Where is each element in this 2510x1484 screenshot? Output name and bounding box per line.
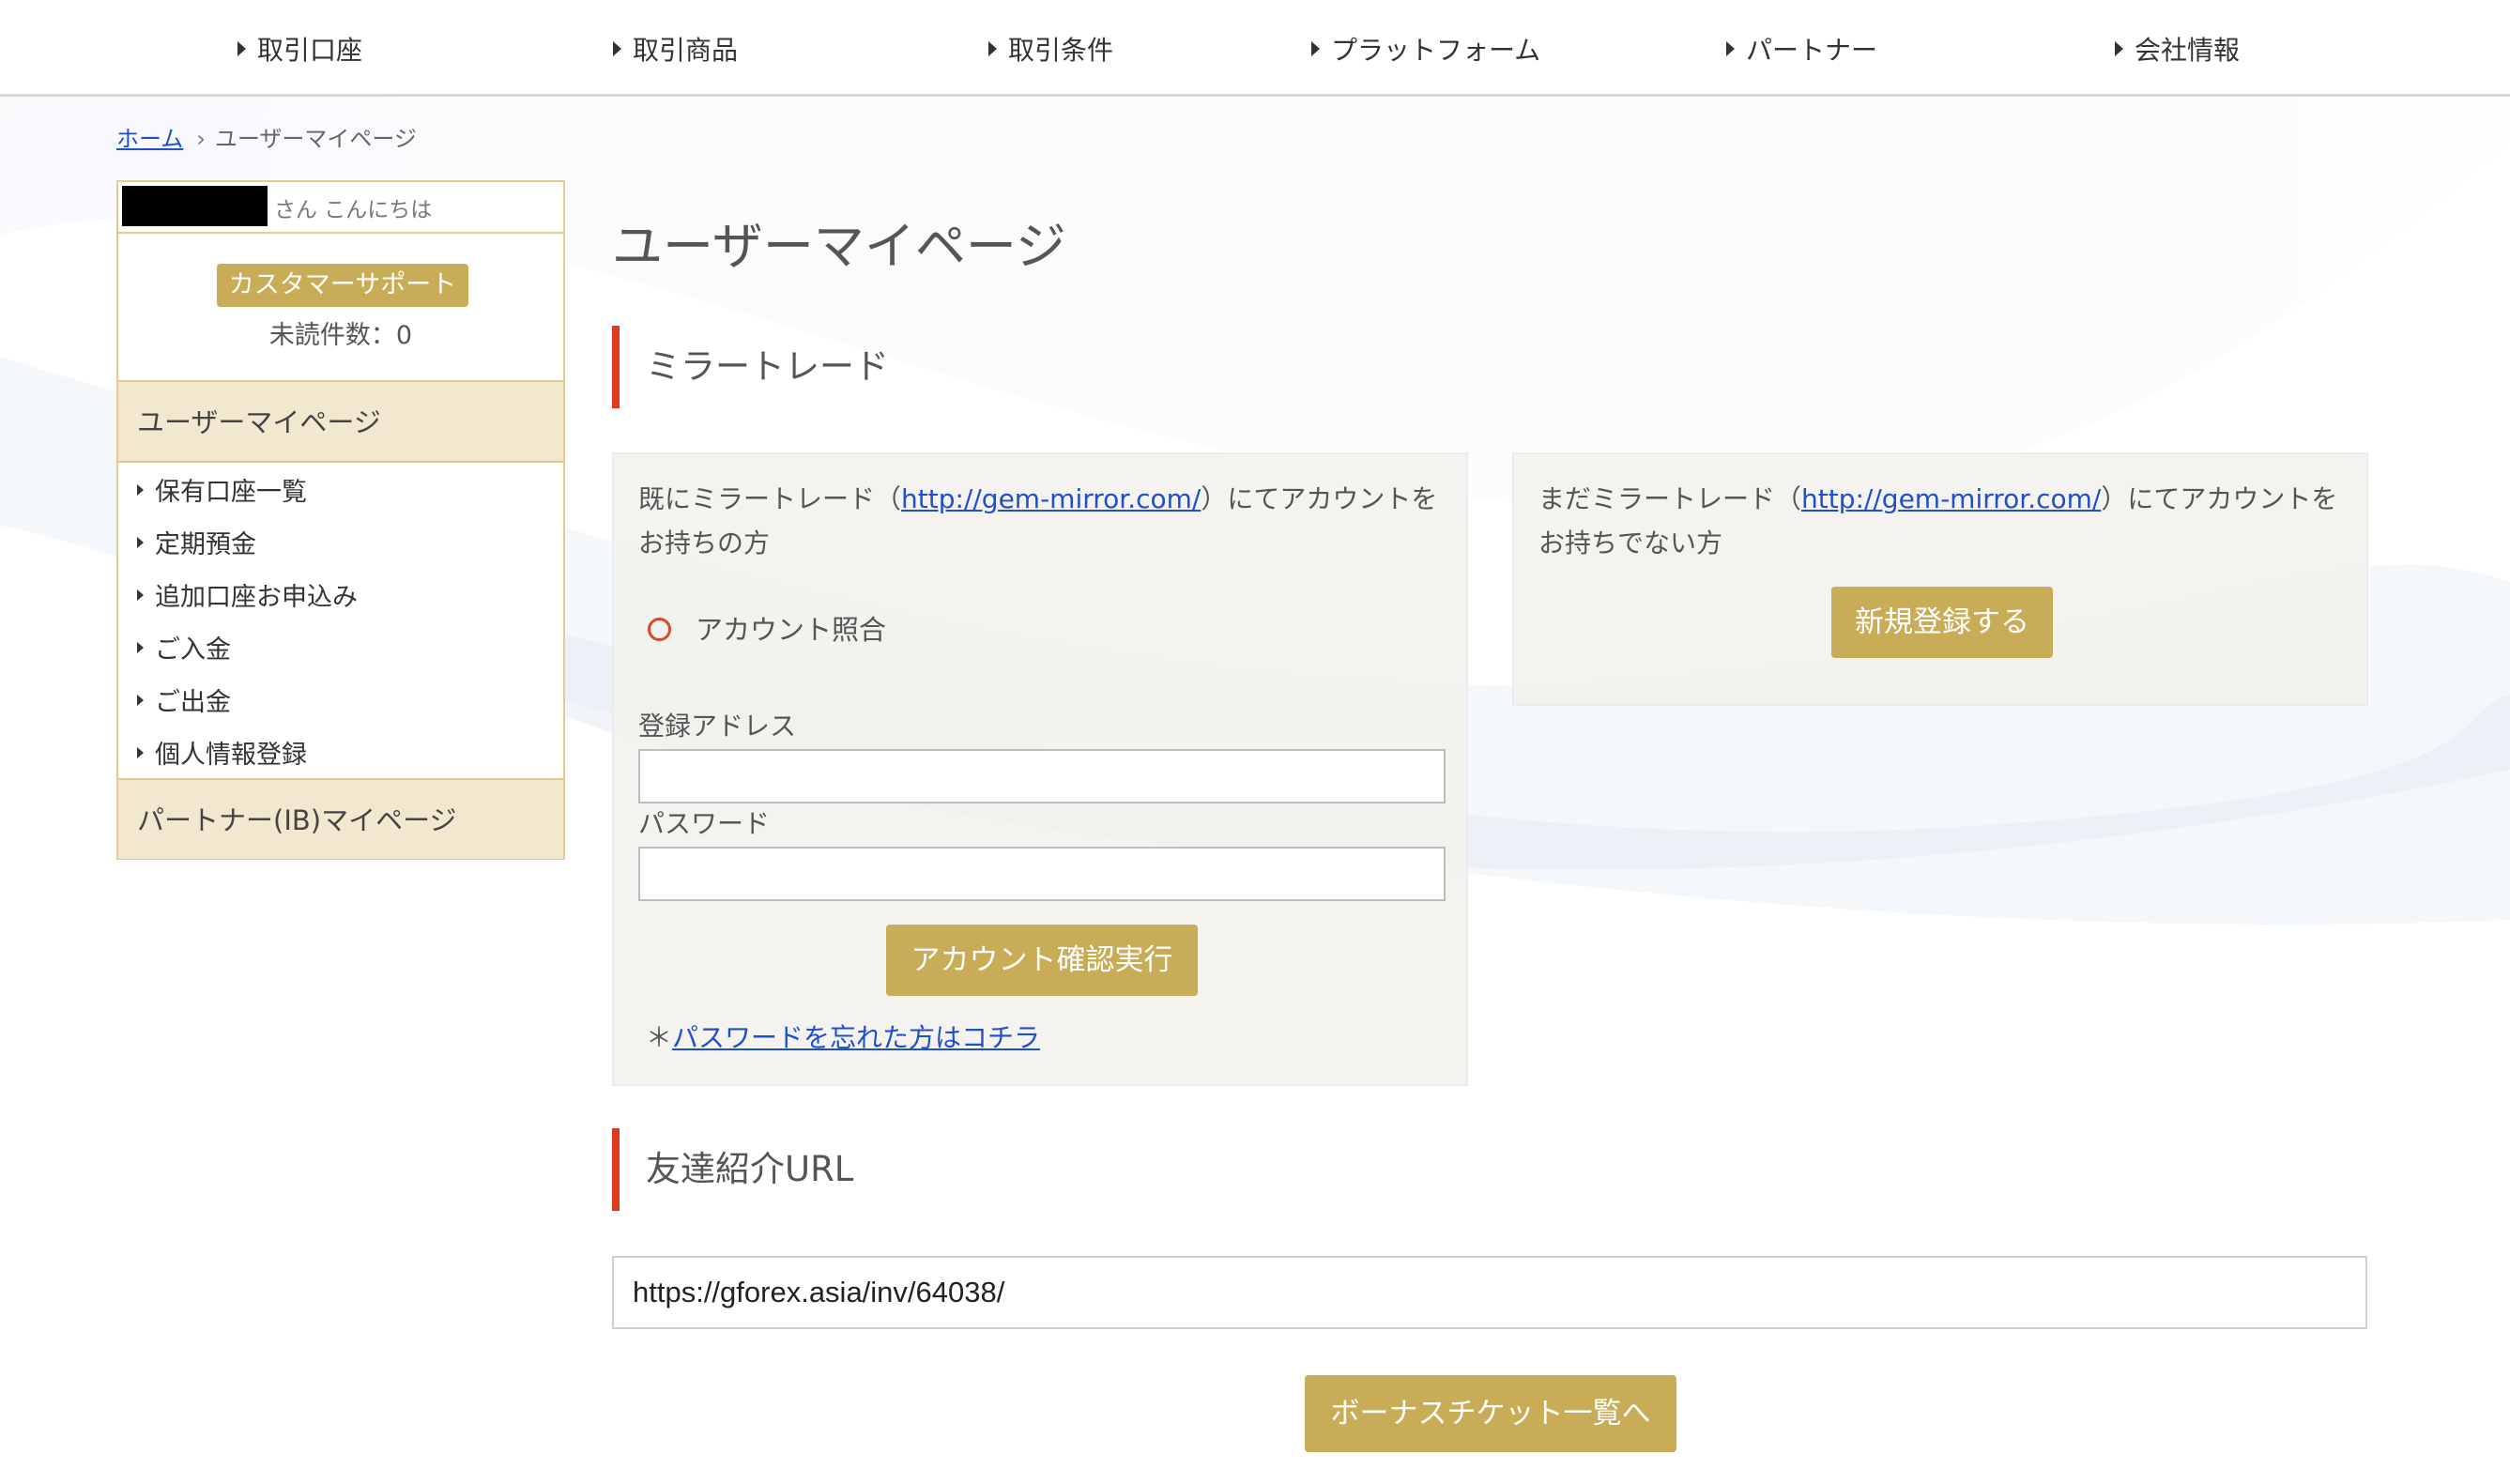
nav-partner[interactable]: パートナー	[1726, 32, 1877, 69]
sidebar-item-withdraw[interactable]: ご出金	[118, 677, 563, 729]
password-input[interactable]	[638, 847, 1446, 901]
sidebar-section-partner-mypage[interactable]: パートナー(IB)マイページ	[118, 778, 563, 859]
gem-mirror-link-2[interactable]: http://gem-mirror.com/	[1801, 483, 2101, 514]
sidebar-item-deposit-term[interactable]: 定期預金	[118, 519, 563, 572]
caret-right-icon	[1726, 41, 1735, 56]
sidebar: さん こんにちは カスタマーサポート 未読件数：0 ユーザーマイページ 保有口座…	[116, 180, 565, 860]
caret-right-icon	[137, 694, 144, 706]
caret-right-icon	[137, 536, 144, 548]
nav-products[interactable]: 取引商品	[613, 32, 738, 69]
nav-company[interactable]: 会社情報	[2115, 32, 2240, 69]
page-title: ユーザーマイページ	[612, 217, 1066, 276]
referral-url-field[interactable]: https://gforex.asia/inv/64038/	[612, 1256, 2367, 1329]
new-registration-button[interactable]: 新規登録する	[1831, 587, 2053, 658]
caret-right-icon	[137, 483, 144, 496]
sidebar-section-user-mypage[interactable]: ユーザーマイページ	[118, 382, 563, 463]
new-account-text: まだミラートレード（http://gem-mirror.com/）にてアカウント…	[1538, 483, 2338, 558]
redacted-username	[122, 186, 268, 226]
address-input[interactable]	[638, 749, 1446, 803]
nav-conditions[interactable]: 取引条件	[988, 32, 1113, 69]
account-verify-button[interactable]: アカウント確認実行	[886, 925, 1198, 996]
forgot-password-link[interactable]: パスワードを忘れた方はコチラ	[672, 1022, 1040, 1053]
greeting-box: さん こんにちは	[118, 182, 563, 234]
top-nav: 取引口座 取引商品 取引条件 プラットフォーム パートナー 会社情報	[0, 0, 2510, 97]
breadcrumb-current: ユーザーマイページ	[214, 126, 417, 152]
caret-right-icon	[613, 41, 621, 56]
unread-count: 未読件数：0	[268, 321, 413, 350]
chevron-right-icon: ›	[196, 126, 206, 152]
greeting-text: さん こんにちは	[274, 198, 433, 222]
sidebar-item-add-account[interactable]: 追加口座お申込み	[118, 572, 563, 624]
new-account-panel: まだミラートレード（http://gem-mirror.com/）にてアカウント…	[1512, 452, 2368, 706]
account-lookup-label: アカウント照合	[696, 614, 887, 646]
existing-account-panel: 既にミラートレード（http://gem-mirror.com/）にてアカウント…	[612, 452, 1468, 1086]
forgot-password: ＊パスワードを忘れた方はコチラ	[646, 1022, 1041, 1053]
existing-account-text: 既にミラートレード（http://gem-mirror.com/）にてアカウント…	[638, 483, 1438, 558]
sidebar-item-accounts[interactable]: 保有口座一覧	[118, 467, 563, 519]
caret-right-icon	[2115, 41, 2123, 56]
caret-right-icon	[137, 589, 144, 601]
breadcrumb: ホーム › ユーザーマイページ	[116, 120, 417, 153]
support-box: カスタマーサポート 未読件数：0	[118, 234, 563, 382]
nav-trading-account[interactable]: 取引口座	[237, 32, 362, 69]
caret-right-icon	[1311, 41, 1320, 56]
mirror-trade-heading: ミラートレード	[612, 326, 2367, 408]
account-lookup-radio[interactable]: アカウント照合	[648, 608, 886, 648]
nav-platform[interactable]: プラットフォーム	[1311, 32, 1540, 69]
bonus-ticket-list-button[interactable]: ボーナスチケット一覧へ	[1305, 1375, 1676, 1452]
caret-right-icon	[988, 41, 997, 56]
password-label: パスワード	[638, 808, 771, 839]
sidebar-item-deposit[interactable]: ご入金	[118, 624, 563, 677]
gem-mirror-link[interactable]: http://gem-mirror.com/	[901, 483, 1201, 514]
sidebar-item-profile[interactable]: 個人情報登録	[118, 729, 563, 782]
caret-right-icon	[137, 746, 144, 758]
caret-right-icon	[237, 41, 246, 56]
sidebar-menu: 保有口座一覧 定期預金 追加口座お申込み ご入金 ご出金 個人情報登録	[118, 463, 563, 778]
breadcrumb-home-link[interactable]: ホーム	[116, 126, 183, 152]
caret-right-icon	[137, 641, 144, 653]
address-label: 登録アドレス	[638, 711, 797, 742]
radio-icon[interactable]	[648, 617, 671, 641]
customer-support-button[interactable]: カスタマーサポート	[217, 264, 468, 307]
referral-url-heading: 友達紹介URL	[612, 1128, 2367, 1211]
